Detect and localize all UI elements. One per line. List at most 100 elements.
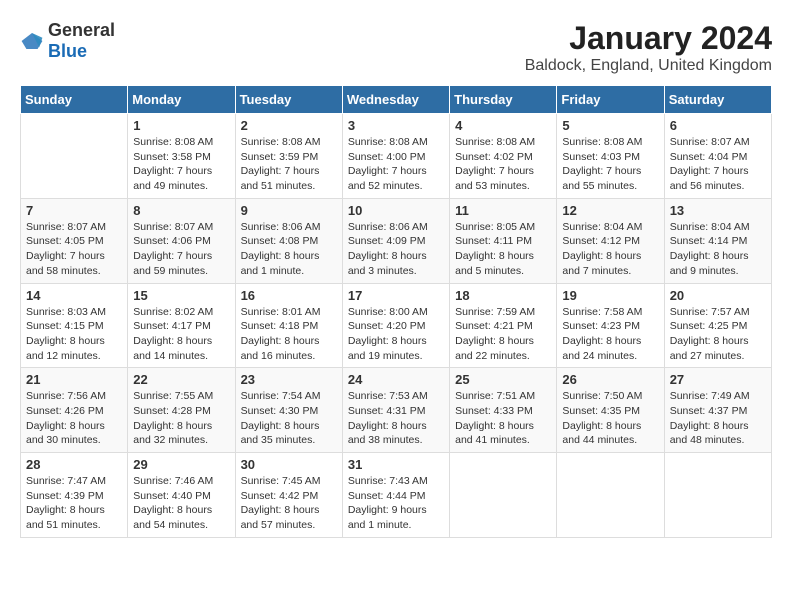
day-info: Sunrise: 8:00 AMSunset: 4:20 PMDaylight:… (348, 305, 444, 364)
column-header-friday: Friday (557, 86, 664, 114)
day-info: Sunrise: 8:08 AMSunset: 3:58 PMDaylight:… (133, 135, 229, 194)
day-info: Sunrise: 8:07 AMSunset: 4:05 PMDaylight:… (26, 220, 122, 279)
calendar-cell: 8 Sunrise: 8:07 AMSunset: 4:06 PMDaylight… (128, 198, 235, 283)
day-info: Sunrise: 8:01 AMSunset: 4:18 PMDaylight:… (241, 305, 337, 364)
day-info: Sunrise: 8:05 AMSunset: 4:11 PMDaylight:… (455, 220, 551, 279)
calendar-week-1: 1 Sunrise: 8:08 AMSunset: 3:58 PMDaylight… (21, 114, 772, 199)
calendar-cell: 23 Sunrise: 7:54 AMSunset: 4:30 PMDayligh… (235, 368, 342, 453)
calendar-cell: 18 Sunrise: 7:59 AMSunset: 4:21 PMDayligh… (450, 283, 557, 368)
day-number: 24 (348, 372, 444, 387)
day-number: 26 (562, 372, 658, 387)
main-title: January 2024 (525, 20, 772, 57)
calendar-week-2: 7 Sunrise: 8:07 AMSunset: 4:05 PMDaylight… (21, 198, 772, 283)
day-number: 12 (562, 203, 658, 218)
day-info: Sunrise: 7:59 AMSunset: 4:21 PMDaylight:… (455, 305, 551, 364)
day-number: 15 (133, 288, 229, 303)
day-number: 1 (133, 118, 229, 133)
calendar-cell: 10Sunrise: 8:06 AMSunset: 4:09 PMDayligh… (342, 198, 449, 283)
calendar-week-3: 14 Sunrise: 8:03 AMSunset: 4:15 PMDayligh… (21, 283, 772, 368)
calendar-cell: 1 Sunrise: 8:08 AMSunset: 3:58 PMDaylight… (128, 114, 235, 199)
day-number: 20 (670, 288, 766, 303)
day-number: 2 (241, 118, 337, 133)
calendar-cell: 2 Sunrise: 8:08 AMSunset: 3:59 PMDaylight… (235, 114, 342, 199)
day-number: 28 (26, 457, 122, 472)
calendar-cell: 24 Sunrise: 7:53 AMSunset: 4:31 PMDayligh… (342, 368, 449, 453)
day-info: Sunrise: 7:55 AMSunset: 4:28 PMDaylight:… (133, 389, 229, 448)
calendar: SundayMondayTuesdayWednesdayThursdayFrid… (20, 85, 772, 538)
column-header-monday: Monday (128, 86, 235, 114)
calendar-cell: 6Sunrise: 8:07 AMSunset: 4:04 PMDaylight… (664, 114, 771, 199)
column-header-saturday: Saturday (664, 86, 771, 114)
day-info: Sunrise: 8:07 AMSunset: 4:06 PMDaylight:… (133, 220, 229, 279)
day-info: Sunrise: 7:51 AMSunset: 4:33 PMDaylight:… (455, 389, 551, 448)
day-info: Sunrise: 7:45 AMSunset: 4:42 PMDaylight:… (241, 474, 337, 533)
column-header-thursday: Thursday (450, 86, 557, 114)
day-info: Sunrise: 8:08 AMSunset: 4:02 PMDaylight:… (455, 135, 551, 194)
calendar-cell: 25Sunrise: 7:51 AMSunset: 4:33 PMDayligh… (450, 368, 557, 453)
calendar-week-4: 21 Sunrise: 7:56 AMSunset: 4:26 PMDayligh… (21, 368, 772, 453)
calendar-cell: 30 Sunrise: 7:45 AMSunset: 4:42 PMDayligh… (235, 453, 342, 538)
day-number: 31 (348, 457, 444, 472)
calendar-cell: 28 Sunrise: 7:47 AMSunset: 4:39 PMDayligh… (21, 453, 128, 538)
day-info: Sunrise: 8:08 AMSunset: 4:03 PMDaylight:… (562, 135, 658, 194)
logo-text: General Blue (48, 20, 115, 62)
calendar-cell: 16 Sunrise: 8:01 AMSunset: 4:18 PMDayligh… (235, 283, 342, 368)
calendar-cell: 9Sunrise: 8:06 AMSunset: 4:08 PMDaylight… (235, 198, 342, 283)
day-info: Sunrise: 7:56 AMSunset: 4:26 PMDaylight:… (26, 389, 122, 448)
day-number: 7 (26, 203, 122, 218)
calendar-week-5: 28 Sunrise: 7:47 AMSunset: 4:39 PMDayligh… (21, 453, 772, 538)
day-number: 16 (241, 288, 337, 303)
calendar-cell (664, 453, 771, 538)
subtitle: Baldock, England, United Kingdom (525, 57, 772, 75)
calendar-cell: 3Sunrise: 8:08 AMSunset: 4:00 PMDaylight… (342, 114, 449, 199)
day-number: 27 (670, 372, 766, 387)
calendar-cell: 19 Sunrise: 7:58 AMSunset: 4:23 PMDayligh… (557, 283, 664, 368)
day-info: Sunrise: 7:46 AMSunset: 4:40 PMDaylight:… (133, 474, 229, 533)
calendar-cell: 13Sunrise: 8:04 AMSunset: 4:14 PMDayligh… (664, 198, 771, 283)
column-header-tuesday: Tuesday (235, 86, 342, 114)
day-info: Sunrise: 7:57 AMSunset: 4:25 PMDaylight:… (670, 305, 766, 364)
day-info: Sunrise: 8:08 AMSunset: 3:59 PMDaylight:… (241, 135, 337, 194)
calendar-cell: 4 Sunrise: 8:08 AMSunset: 4:02 PMDaylight… (450, 114, 557, 199)
day-info: Sunrise: 7:43 AMSunset: 4:44 PMDaylight:… (348, 474, 444, 533)
calendar-cell: 21 Sunrise: 7:56 AMSunset: 4:26 PMDayligh… (21, 368, 128, 453)
column-header-wednesday: Wednesday (342, 86, 449, 114)
column-header-sunday: Sunday (21, 86, 128, 114)
day-number: 19 (562, 288, 658, 303)
logo: General Blue (20, 20, 115, 62)
title-block: January 2024 Baldock, England, United Ki… (525, 20, 772, 75)
day-number: 30 (241, 457, 337, 472)
day-info: Sunrise: 7:47 AMSunset: 4:39 PMDaylight:… (26, 474, 122, 533)
day-number: 21 (26, 372, 122, 387)
calendar-cell: 17 Sunrise: 8:00 AMSunset: 4:20 PMDayligh… (342, 283, 449, 368)
page-header: General Blue January 2024 Baldock, Engla… (20, 20, 772, 75)
day-number: 23 (241, 372, 337, 387)
day-info: Sunrise: 8:06 AMSunset: 4:09 PMDaylight:… (348, 220, 444, 279)
calendar-cell: 29 Sunrise: 7:46 AMSunset: 4:40 PMDayligh… (128, 453, 235, 538)
calendar-cell: 31 Sunrise: 7:43 AMSunset: 4:44 PMDayligh… (342, 453, 449, 538)
day-info: Sunrise: 7:54 AMSunset: 4:30 PMDaylight:… (241, 389, 337, 448)
calendar-cell: 12 Sunrise: 8:04 AMSunset: 4:12 PMDayligh… (557, 198, 664, 283)
day-number: 18 (455, 288, 551, 303)
calendar-cell: 7 Sunrise: 8:07 AMSunset: 4:05 PMDaylight… (21, 198, 128, 283)
day-info: Sunrise: 8:02 AMSunset: 4:17 PMDaylight:… (133, 305, 229, 364)
day-info: Sunrise: 7:58 AMSunset: 4:23 PMDaylight:… (562, 305, 658, 364)
day-number: 5 (562, 118, 658, 133)
logo-icon (20, 31, 44, 51)
calendar-cell: 27 Sunrise: 7:49 AMSunset: 4:37 PMDayligh… (664, 368, 771, 453)
day-number: 17 (348, 288, 444, 303)
day-info: Sunrise: 7:50 AMSunset: 4:35 PMDaylight:… (562, 389, 658, 448)
day-info: Sunrise: 8:06 AMSunset: 4:08 PMDaylight:… (241, 220, 337, 279)
logo-general: General (48, 20, 115, 40)
calendar-cell: 26 Sunrise: 7:50 AMSunset: 4:35 PMDayligh… (557, 368, 664, 453)
calendar-cell: 22Sunrise: 7:55 AMSunset: 4:28 PMDayligh… (128, 368, 235, 453)
day-info: Sunrise: 7:49 AMSunset: 4:37 PMDaylight:… (670, 389, 766, 448)
day-number: 14 (26, 288, 122, 303)
day-number: 8 (133, 203, 229, 218)
day-info: Sunrise: 7:53 AMSunset: 4:31 PMDaylight:… (348, 389, 444, 448)
day-info: Sunrise: 8:03 AMSunset: 4:15 PMDaylight:… (26, 305, 122, 364)
day-number: 29 (133, 457, 229, 472)
calendar-cell: 20 Sunrise: 7:57 AMSunset: 4:25 PMDayligh… (664, 283, 771, 368)
day-info: Sunrise: 8:04 AMSunset: 4:12 PMDaylight:… (562, 220, 658, 279)
day-number: 4 (455, 118, 551, 133)
